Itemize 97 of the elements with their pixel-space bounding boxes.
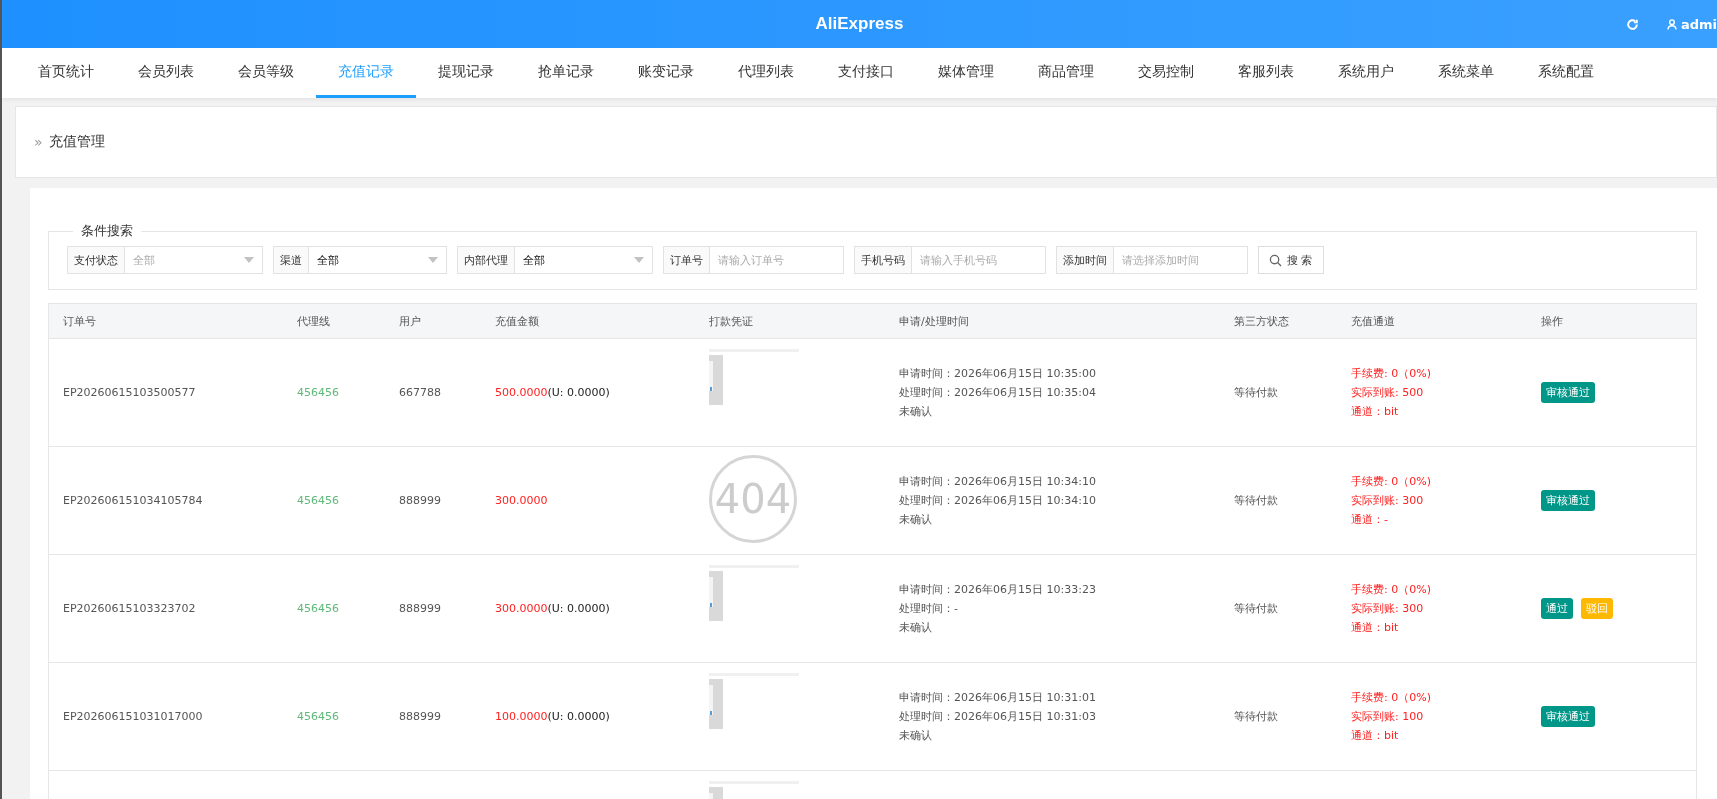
- table-cell-text: 456456: [297, 602, 340, 615]
- time-text: 未确认: [899, 728, 933, 743]
- column-header: 申请/处理时间: [899, 313, 970, 329]
- nav-tab[interactable]: 提现记录: [416, 48, 516, 98]
- user-icon: [1666, 18, 1677, 30]
- channel-text: 实际到账: 300: [1351, 493, 1425, 508]
- table-cell-text: 888999: [399, 602, 442, 615]
- table-cell-text: 等待付款: [1234, 709, 1279, 724]
- caret-icon: [428, 257, 438, 263]
- nav-tab[interactable]: 客服列表: [1216, 48, 1316, 98]
- nav-tab[interactable]: 交易控制: [1116, 48, 1216, 98]
- table-cell-text: 456456: [297, 710, 340, 723]
- field-label: 手机号码: [854, 246, 912, 274]
- channel-text: 通道：bit: [1351, 728, 1400, 743]
- time-text: 处理时间：2026年06月15日 10:35:04: [899, 385, 1097, 400]
- nav-tab[interactable]: 系统菜单: [1416, 48, 1516, 98]
- column-header: 操作: [1541, 313, 1564, 329]
- channel-text: 手续费: 0（0%): [1351, 582, 1432, 597]
- channel-text: 实际到账: 100: [1351, 709, 1425, 724]
- amount-cell-text: 500.0000(U: 0.0000): [495, 386, 611, 399]
- caret-icon: [634, 257, 644, 263]
- input-field[interactable]: 请输入手机号码: [912, 246, 1046, 274]
- table-cell-text: EP20260615103500577: [63, 386, 197, 399]
- table-cell-text: 等待付款: [1234, 493, 1279, 508]
- field-label: 订单号: [663, 246, 710, 274]
- approve-button[interactable]: 审核通过: [1541, 490, 1595, 511]
- channel-text: 实际到账: 300: [1351, 601, 1425, 616]
- time-text: 未确认: [899, 512, 933, 527]
- table-cell-text: EP20260615103323702: [63, 602, 197, 615]
- table-cell-text: 456456: [297, 386, 340, 399]
- time-text: 处理时间：2026年06月15日 10:31:03: [899, 709, 1097, 724]
- caret-icon: [244, 257, 254, 263]
- nav-tab[interactable]: 首页统计: [16, 48, 116, 98]
- nav-tab[interactable]: 会员列表: [116, 48, 216, 98]
- select-placeholder: 全部: [133, 252, 155, 268]
- input-field[interactable]: 请选择添加时间: [1114, 246, 1248, 274]
- field-label: 支付状态: [67, 246, 125, 274]
- column-header: 打款凭证: [709, 313, 754, 329]
- nav-tab[interactable]: 会员等级: [216, 48, 316, 98]
- column-header: 充值通道: [1351, 313, 1396, 329]
- column-header: 第三方状态: [1234, 313, 1290, 329]
- approve-button[interactable]: 审核通过: [1541, 382, 1595, 403]
- amount-cell-text: 300.0000(U: 0.0000): [495, 602, 611, 615]
- nav-tab[interactable]: 媒体管理: [916, 48, 1016, 98]
- channel-text: 手续费: 0（0%): [1351, 690, 1432, 705]
- field-label: 添加时间: [1056, 246, 1114, 274]
- nav-tab[interactable]: 支付接口: [816, 48, 916, 98]
- channel-text: 通道：bit: [1351, 620, 1400, 635]
- select-value: 全部: [523, 252, 545, 268]
- select-field[interactable]: 全部: [309, 246, 447, 274]
- column-header: 用户: [399, 313, 422, 329]
- page-title: 充值管理: [48, 133, 105, 151]
- time-text: 申请时间：2026年06月15日 10:35:00: [899, 366, 1097, 381]
- table-cell-text: 667788: [399, 386, 442, 399]
- table-cell-text: 888999: [399, 494, 442, 507]
- search-icon: [1269, 253, 1282, 267]
- column-header: 代理线: [297, 313, 331, 329]
- amount-cell-text: 100.0000(U: 0.0000): [495, 710, 611, 723]
- time-text: 申请时间：2026年06月15日 10:34:10: [899, 474, 1097, 489]
- field-label: 渠道: [273, 246, 309, 274]
- table-cell-text: 等待付款: [1234, 385, 1279, 400]
- nav-tab[interactable]: 系统配置: [1516, 48, 1616, 98]
- approve-button[interactable]: 审核通过: [1541, 706, 1595, 727]
- nav-tab[interactable]: 商品管理: [1016, 48, 1116, 98]
- nav-tab[interactable]: 代理列表: [716, 48, 816, 98]
- breadcrumb-separator: »: [34, 134, 43, 150]
- refresh-icon[interactable]: [1625, 17, 1639, 31]
- table-cell-text: 等待付款: [1234, 601, 1279, 616]
- channel-text: 通道：bit: [1351, 404, 1400, 419]
- time-text: 处理时间：-: [899, 601, 959, 616]
- column-header: 充值金额: [495, 313, 540, 329]
- nav-tab[interactable]: 系统用户: [1316, 48, 1416, 98]
- nav-tab[interactable]: 抢单记录: [516, 48, 616, 98]
- approve-button[interactable]: 通过: [1541, 598, 1573, 619]
- field-label: 内部代理: [457, 246, 515, 274]
- amount-cell-text: 300.0000: [495, 494, 549, 507]
- select-value: 全部: [317, 252, 339, 268]
- column-header: 订单号: [63, 313, 97, 329]
- search-button[interactable]: 搜 索: [1258, 246, 1324, 274]
- channel-text: 手续费: 0（0%): [1351, 366, 1432, 381]
- table-cell-text: 888999: [399, 710, 442, 723]
- app-title: AliExpress: [815, 14, 904, 34]
- select-field[interactable]: 全部: [515, 246, 653, 274]
- nav-tab[interactable]: 账变记录: [616, 48, 716, 98]
- table-cell-text: EP202606151034105784: [63, 494, 204, 507]
- search-legend: 条件搜索: [73, 222, 141, 240]
- channel-text: 手续费: 0（0%): [1351, 474, 1432, 489]
- table-cell-text: 456456: [297, 494, 340, 507]
- time-text: 未确认: [899, 404, 933, 419]
- time-text: 未确认: [899, 620, 933, 635]
- channel-text: 通道：-: [1351, 512, 1389, 527]
- input-field[interactable]: 请输入订单号: [710, 246, 844, 274]
- channel-text: 实际到账: 500: [1351, 385, 1425, 400]
- time-text: 申请时间：2026年06月15日 10:33:23: [899, 582, 1097, 597]
- table-cell-text: EP202606151031017000: [63, 710, 204, 723]
- time-text: 申请时间：2026年06月15日 10:31:01: [899, 690, 1097, 705]
- time-text: 处理时间：2026年06月15日 10:34:10: [899, 493, 1097, 508]
